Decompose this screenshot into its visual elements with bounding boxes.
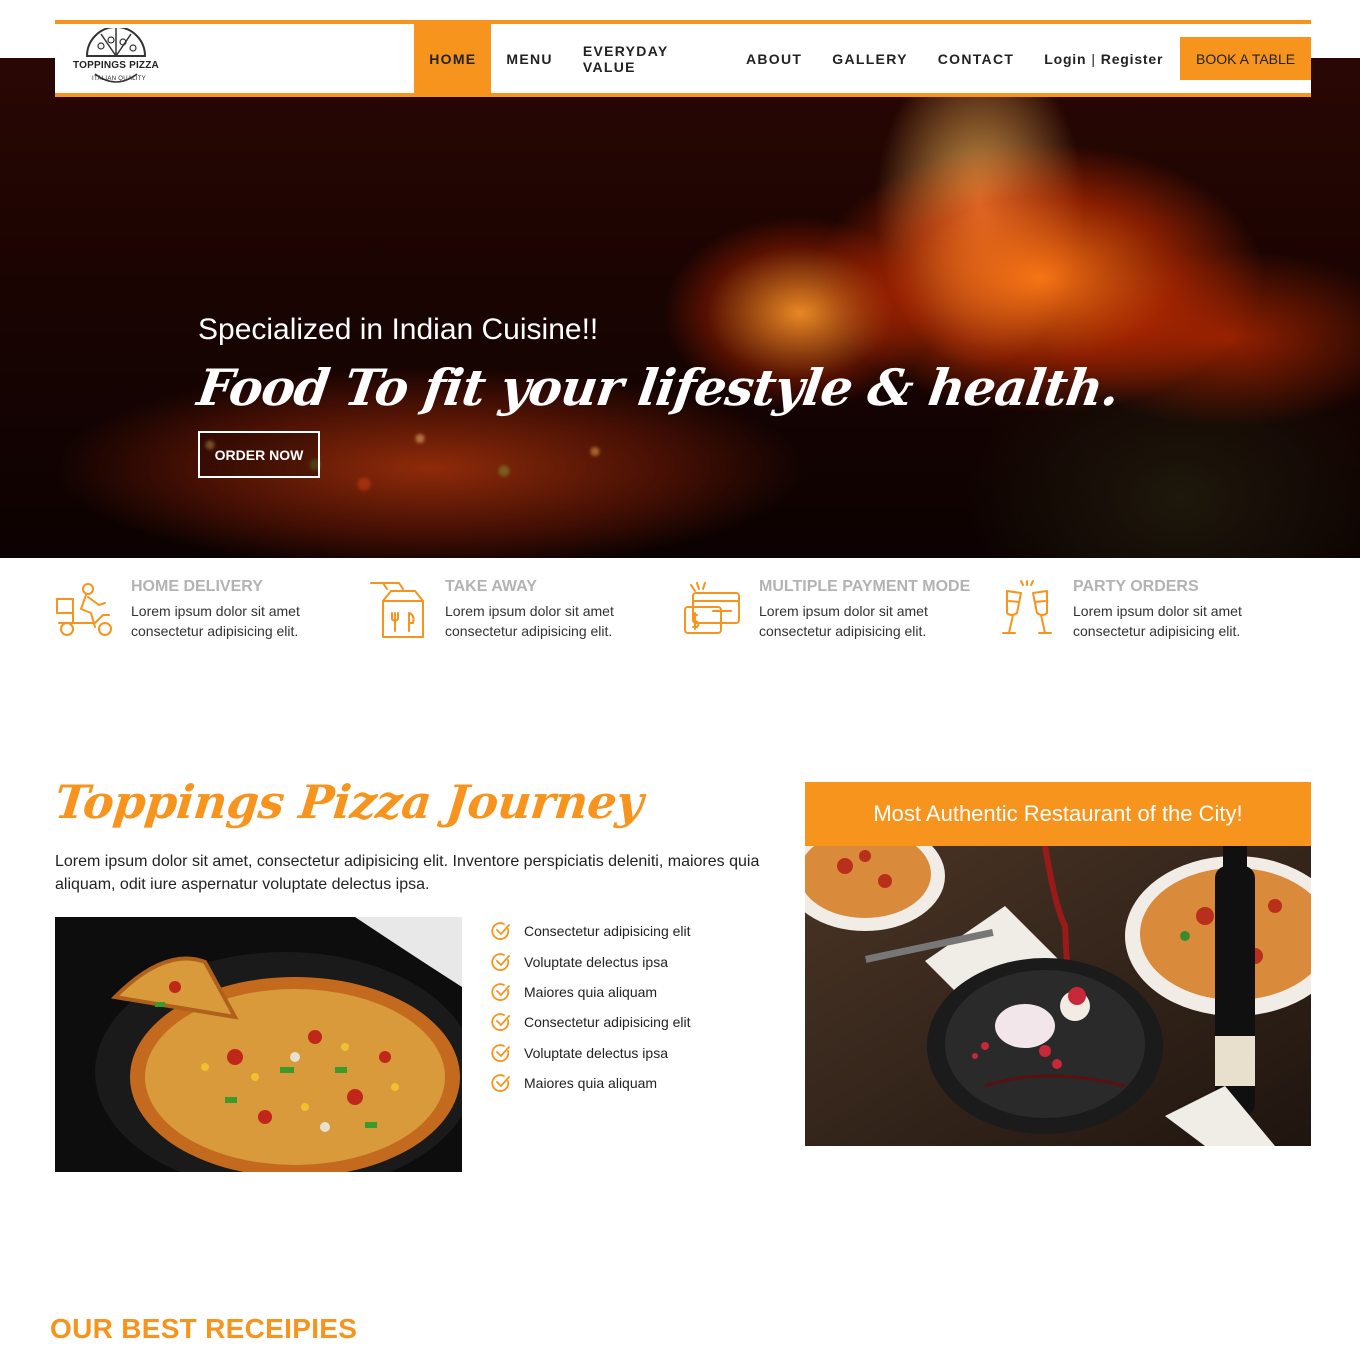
feature-title: HOME DELIVERY: [131, 578, 263, 595]
brand-name: TOPPINGS PIZZA: [73, 60, 159, 71]
checklist-text: Maiores quia aliquam: [524, 1075, 658, 1092]
delivery-scooter-icon: [55, 575, 131, 645]
nav-menu[interactable]: MENU: [491, 24, 567, 93]
list-item: Voluptate delectus ipsa: [491, 1038, 691, 1068]
journey-text: Lorem ipsum dolor sit amet, consectetur …: [55, 853, 760, 893]
book-table-button[interactable]: BOOK A TABLE: [1180, 37, 1311, 80]
check-circle-icon: [491, 952, 510, 971]
feature-title: MULTIPLE PAYMENT MODE: [759, 578, 971, 595]
auth-separator: |: [1091, 50, 1096, 67]
order-now-button[interactable]: ORDER NOW: [198, 431, 320, 478]
feature-take-away: TAKE AWAY Lorem ipsum dolor sit amet con…: [369, 575, 683, 655]
hero-title: Food To fit your lifestyle & health.: [193, 358, 1123, 417]
check-circle-icon: [491, 922, 510, 941]
logo[interactable]: TOPPINGS PIZZA ITALIAN QUALITY: [55, 24, 414, 93]
check-circle-icon: [491, 1013, 510, 1032]
checklist-text: Voluptate delectus ipsa: [524, 953, 668, 970]
nav-about[interactable]: ABOUT: [731, 24, 817, 93]
restaurant-card: Most Authentic Restaurant of the City!: [805, 782, 1311, 1146]
list-item: Maiores quia aliquam: [491, 977, 691, 1007]
checklist-text: Maiores quia aliquam: [524, 983, 658, 1000]
feature-text: Lorem ipsum dolor sit amet consectetur a…: [131, 603, 300, 639]
champagne-glasses-icon: [997, 575, 1073, 645]
feature-text: Lorem ipsum dolor sit amet consectetur a…: [445, 603, 614, 639]
takeaway-bag-icon: [369, 575, 445, 645]
nav-contact[interactable]: CONTACT: [923, 24, 1030, 93]
payment-card-icon: [683, 575, 759, 645]
pizza-photo: [55, 917, 462, 1172]
auth-links: Login | Register: [1029, 24, 1179, 93]
nav-gallery[interactable]: GALLERY: [817, 24, 922, 93]
nav-everyday-value[interactable]: EVERYDAY VALUE: [568, 24, 731, 93]
features-row: HOME DELIVERY Lorem ipsum dolor sit amet…: [55, 575, 1311, 655]
journey-checklist: Consectetur adipisicing elit Voluptate d…: [491, 916, 691, 1098]
login-link[interactable]: Login: [1044, 51, 1086, 67]
checklist-text: Voluptate delectus ipsa: [524, 1044, 668, 1061]
feature-multiple-payment: MULTIPLE PAYMENT MODE Lorem ipsum dolor …: [683, 575, 997, 655]
list-item: Consectetur adipisicing elit: [491, 916, 691, 946]
list-item: Consectetur adipisicing elit: [491, 1007, 691, 1037]
feature-title: TAKE AWAY: [445, 578, 537, 595]
card-title: Most Authentic Restaurant of the City!: [805, 782, 1311, 846]
register-link[interactable]: Register: [1101, 51, 1163, 67]
brand-tagline: ITALIAN QUALITY: [92, 76, 147, 82]
feature-home-delivery: HOME DELIVERY Lorem ipsum dolor sit amet…: [55, 575, 369, 655]
feature-text: Lorem ipsum dolor sit amet consectetur a…: [759, 603, 928, 639]
check-circle-icon: [491, 983, 510, 1001]
list-item: Voluptate delectus ipsa: [491, 946, 691, 976]
hero-subtitle: Specialized in Indian Cuisine!!: [198, 313, 599, 346]
recipes-title: OUR BEST RECEIPIES: [50, 1313, 358, 1344]
checklist-text: Consectetur adipisicing elit: [524, 923, 691, 940]
check-circle-icon: [491, 1074, 510, 1093]
site-header: TOPPINGS PIZZA ITALIAN QUALITY HOME MENU…: [55, 20, 1311, 97]
feature-title: PARTY ORDERS: [1073, 578, 1199, 595]
check-circle-icon: [491, 1043, 510, 1062]
list-item: Maiores quia aliquam: [491, 1068, 691, 1098]
nav-home[interactable]: HOME: [414, 24, 492, 93]
feature-text: Lorem ipsum dolor sit amet consectetur a…: [1073, 603, 1242, 639]
hero-banner: Specialized in Indian Cuisine!! Food To …: [0, 58, 1360, 558]
restaurant-photo: [805, 846, 1311, 1146]
checklist-text: Consectetur adipisicing elit: [524, 1014, 691, 1031]
main-nav: HOME MENU EVERYDAY VALUE ABOUT GALLERY C…: [414, 24, 1029, 93]
feature-party-orders: PARTY ORDERS Lorem ipsum dolor sit amet …: [997, 575, 1311, 655]
journey-title: Toppings Pizza Journey: [52, 775, 646, 829]
